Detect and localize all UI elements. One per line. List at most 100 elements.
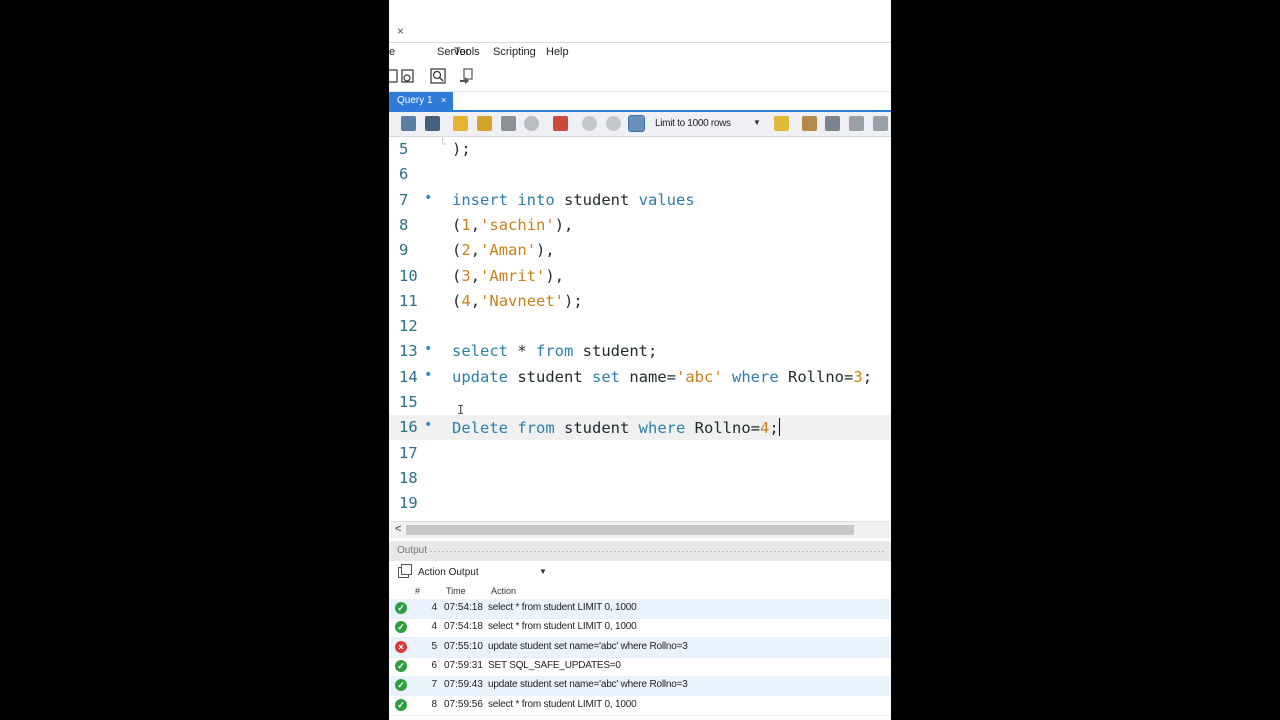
line-number: 9 [399,241,409,260]
code-text: Delete from student where Rollno=4; [452,418,780,438]
output-row[interactable]: ✓ 4 07:54:18 select * from student LIMIT 0,… [389,599,891,619]
manage-connections-icon[interactable] [400,68,416,84]
query-toolbar: Limit to 1000 rows ▼ [389,112,891,137]
clear-icon[interactable] [802,116,817,131]
row-time: 07:54:18 [444,621,483,633]
col-number[interactable]: # [415,586,420,596]
rollback-icon[interactable] [606,116,621,131]
code-text: ); [452,140,471,158]
line-number: 13 [399,342,418,361]
scroll-thumb[interactable] [406,525,854,535]
migration-icon[interactable] [459,68,475,84]
editor-line[interactable]: 8 (1,'sachin'), [389,213,891,238]
line-number: 18 [399,468,418,487]
autocommit-icon[interactable] [628,115,645,132]
title-bar: × [389,0,891,43]
stop-icon[interactable] [524,116,539,131]
statement-marker-icon: • [424,189,433,206]
invisibles-icon[interactable] [849,116,864,131]
code-text: insert into student values [452,190,695,209]
close-icon[interactable]: × [397,25,404,37]
code-text: update student set name='abc' where Roll… [452,367,873,386]
commit-icon[interactable] [582,116,597,131]
wrap-icon[interactable] [873,116,888,131]
find-icon[interactable] [825,116,840,131]
output-row[interactable]: ✓ 7 07:59:43 update student set name='abc' … [389,676,891,697]
editor-line[interactable]: 12 [389,314,891,339]
line-number: 6 [399,165,409,184]
editor-line[interactable]: 19 [389,491,891,516]
row-time: 07:59:31 [444,659,483,671]
toggle-results-icon[interactable] [553,116,568,131]
output-row[interactable]: ✓ 8 07:59:56 select * from student LIMIT 0,… [389,696,891,716]
editor-line[interactable]: 16 • Delete from student where Rollno=4; [389,415,891,441]
close-tab-icon[interactable]: × [441,95,446,105]
code-text: (3,'Amrit'), [452,266,565,285]
row-time: 07:55:10 [444,640,483,652]
inspector-icon[interactable] [430,68,446,84]
main-toolbar [389,63,891,92]
save-icon[interactable] [425,116,440,131]
editor-line[interactable]: 17 [389,441,891,466]
editor-line[interactable]: 9 (2,'Aman'), [389,238,891,263]
output-row[interactable]: × 5 07:55:10 update student set name='abc' … [389,637,891,658]
code-text: (2,'Aman'), [452,241,555,260]
statement-marker-icon: • [424,417,433,434]
error-icon: × [395,640,407,653]
editor-line[interactable]: 11 (4,'Navneet'); [389,289,891,314]
editor-line[interactable]: 10 (3,'Amrit'), [389,264,891,289]
line-number: 12 [399,317,418,336]
output-row[interactable]: ✓ 4 07:54:18 select * from student LIMIT 0,… [389,618,891,639]
copy-icon-front [401,564,412,575]
menu-item-help[interactable]: Help [546,46,569,58]
menu-item-file[interactable]: e [389,46,395,58]
sql-editor[interactable]: ╰ I 5); 6 7 • insert into student values 8 (1,… [389,137,891,520]
statement-marker-icon: • [424,341,433,358]
editor-line[interactable]: 14 • update student set name='abc' where R… [389,365,891,390]
tab-strip: Query 1 × [389,92,891,112]
row-time: 07:59:56 [444,698,483,710]
success-icon: ✓ [395,698,407,711]
output-type-select[interactable]: Action Output [418,567,479,578]
line-number: 7 [399,190,409,209]
open-folder-icon[interactable] [401,116,416,131]
resize-grip[interactable] [429,550,884,553]
row-number: 5 [431,640,437,652]
line-number: 15 [399,393,418,411]
success-icon: ✓ [395,659,407,672]
limit-rows-select[interactable]: Limit to 1000 rows [655,118,731,129]
code-text: (4,'Navneet'); [452,291,583,310]
editor-line[interactable]: 7 • insert into student values [389,188,891,213]
row-time: 07:59:43 [444,679,483,691]
menu-item-tools[interactable]: Tools [454,46,480,58]
execute-icon[interactable] [453,116,468,131]
horizontal-scrollbar[interactable]: < [389,521,891,538]
row-time: 07:54:18 [444,602,483,613]
editor-line[interactable]: 13 • select * from student; [389,339,891,364]
success-icon: ✓ [395,679,407,692]
editor-line[interactable]: 5); [389,137,891,162]
editor-line[interactable]: 15 [389,390,891,415]
line-number: 17 [399,443,418,462]
tab-query-1[interactable]: Query 1 × [389,92,453,110]
editor-line[interactable]: 18 [389,466,891,491]
code-text: select * from student; [452,342,658,361]
success-icon: ✓ [395,602,407,614]
row-action: select * from student LIMIT 0, 1000 [488,621,637,633]
row-action: select * from student LIMIT 0, 1000 [488,602,637,613]
output-selector-bar: Action Output ▼ [389,562,891,584]
menu-item-scripting[interactable]: Scripting [493,46,536,58]
col-time[interactable]: Time [446,586,466,596]
output-title: Output [397,545,428,556]
chevron-down-icon[interactable]: ▼ [539,567,547,576]
col-action[interactable]: Action [491,586,516,596]
chevron-down-icon[interactable]: ▼ [753,118,761,127]
editor-line[interactable]: 6 [389,162,891,187]
beautify-icon[interactable] [774,116,789,131]
scroll-left-icon[interactable]: < [395,523,401,535]
workbench-window: × e Server Tools Scripting Help Query 1 … [389,0,891,720]
line-number: 8 [399,215,409,234]
explain-icon[interactable] [501,116,516,131]
output-row[interactable]: ✓ 6 07:59:31 SET SQL_SAFE_UPDATES=0 [389,657,891,677]
execute-current-icon[interactable] [477,116,492,131]
